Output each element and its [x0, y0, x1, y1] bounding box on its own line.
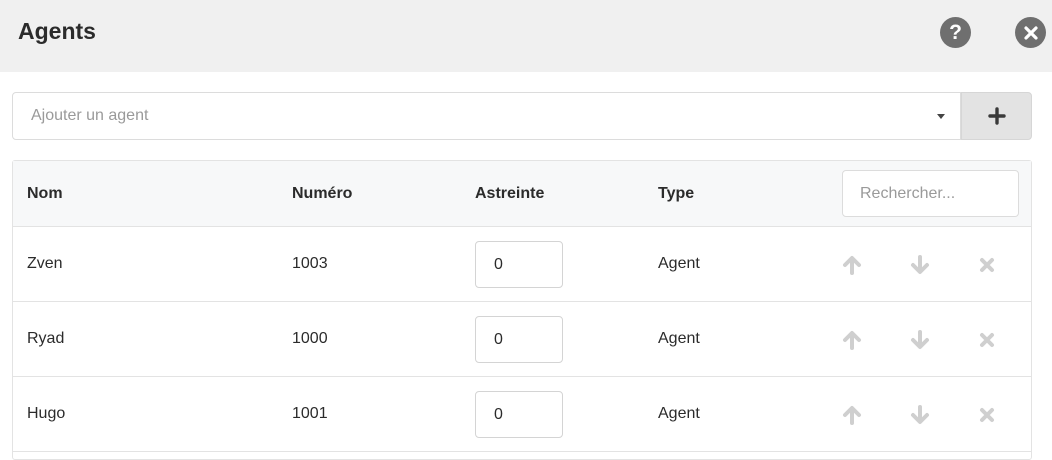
agent-name: Ryad — [27, 330, 65, 347]
plus-icon — [987, 107, 1006, 125]
arrow-up-icon[interactable] — [842, 255, 862, 275]
agent-name: Zven — [27, 255, 63, 272]
agent-number: 1001 — [292, 405, 328, 422]
remove-icon[interactable] — [977, 330, 997, 350]
agent-number: 1003 — [292, 255, 328, 272]
agent-type: Agent — [658, 330, 700, 347]
astreinte-input[interactable] — [475, 316, 563, 363]
chevron-down-icon — [937, 114, 945, 119]
add-agent-placeholder: Ajouter un agent — [31, 107, 149, 124]
table-row: Zven 1003 Agent — [13, 227, 1031, 302]
agent-name: Hugo — [27, 405, 66, 422]
arrow-up-icon[interactable] — [842, 330, 862, 350]
remove-icon[interactable] — [977, 255, 997, 275]
modal-header: Agents ? — [0, 0, 1052, 72]
column-header-number: Numéro — [292, 185, 353, 202]
arrow-down-icon[interactable] — [910, 255, 930, 275]
arrow-down-icon[interactable] — [910, 330, 930, 350]
agent-type: Agent — [658, 405, 700, 422]
arrow-up-icon[interactable] — [842, 405, 862, 425]
table-row: Ryad 1000 Agent — [13, 302, 1031, 377]
search-input[interactable] — [842, 170, 1019, 217]
agent-number: 1000 — [292, 330, 328, 347]
help-icon[interactable]: ? — [940, 17, 971, 48]
agent-type: Agent — [658, 255, 700, 272]
column-header-name: Nom — [27, 185, 63, 202]
astreinte-input[interactable] — [475, 391, 563, 438]
agents-table: Nom Numéro Astreinte Type Zven 1003 Agen… — [12, 160, 1032, 460]
column-header-astreinte: Astreinte — [475, 185, 545, 202]
table-row: Hugo 1001 Agent — [13, 377, 1031, 452]
add-agent-button[interactable] — [961, 92, 1032, 140]
page-title: Agents — [18, 18, 96, 44]
add-agent-select[interactable]: Ajouter un agent — [12, 92, 961, 140]
table-header: Nom Numéro Astreinte Type — [13, 161, 1031, 227]
close-icon[interactable] — [1015, 17, 1046, 48]
remove-icon[interactable] — [977, 405, 997, 425]
astreinte-input[interactable] — [475, 241, 563, 288]
arrow-down-icon[interactable] — [910, 405, 930, 425]
column-header-type: Type — [658, 185, 695, 202]
